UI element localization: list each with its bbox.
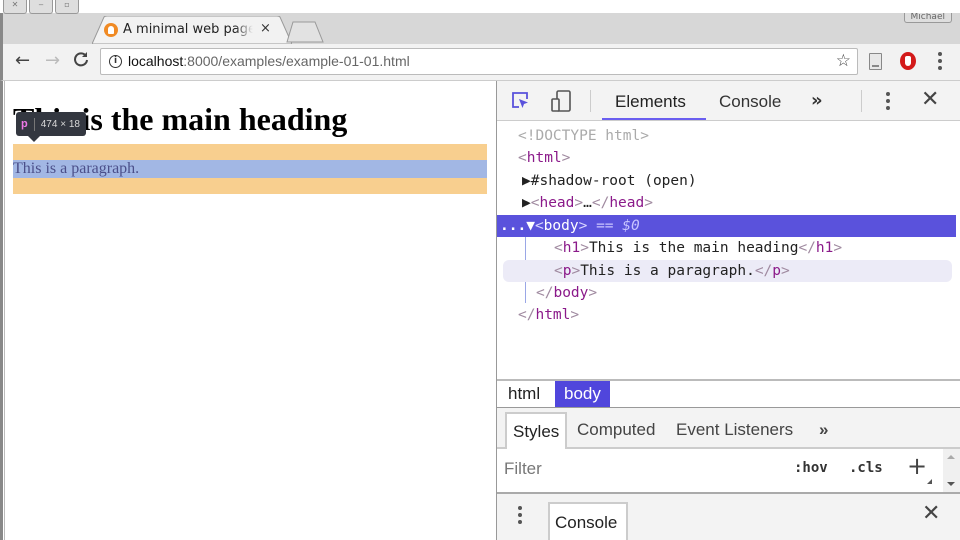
styles-pane-tabs: Styles Computed Event Listeners » — [497, 407, 960, 450]
more-style-tabs-icon[interactable]: » — [813, 412, 834, 450]
active-tab-indicator — [602, 118, 706, 120]
h1-close-tag: h1 — [815, 240, 834, 256]
devtools-panel: Elements Console » ✕ <!DOCTYPE html> <ht… — [496, 81, 960, 540]
dom-node-h1[interactable]: <h1>This is the main heading</h1> — [497, 237, 956, 259]
reload-icon[interactable] — [73, 51, 89, 72]
toolbar-divider — [861, 90, 862, 112]
toolbar-divider — [590, 90, 591, 112]
dom-tree: <!DOCTYPE html> <html> ▶#shadow-root (op… — [497, 122, 960, 379]
url-path: :8000/examples/example-01-01.html — [183, 53, 410, 69]
shadow-root-text: #shadow-root (open) — [530, 173, 697, 189]
devtools-toolbar: Elements Console » ✕ — [497, 81, 960, 121]
devtools-menu-icon[interactable] — [886, 92, 890, 110]
console-drawer: Console ✕ — [497, 492, 960, 540]
cls-toggle[interactable]: .cls — [849, 460, 883, 476]
inspect-element-icon[interactable] — [511, 91, 529, 109]
dom-node-body-selected[interactable]: ...▼<body> == $0 — [497, 215, 956, 237]
html-close-tag: html — [535, 307, 571, 323]
h1-tag: h1 — [562, 240, 581, 256]
tab-console[interactable]: Console — [719, 92, 781, 112]
title-bar: ✕ ‒ ▫ Michael A minimal web page × — [0, 0, 960, 44]
body-close-tag: body — [553, 285, 589, 301]
browser-tab-active[interactable]: A minimal web page × — [92, 16, 292, 44]
breadcrumb-body[interactable]: body — [555, 381, 610, 407]
url-text[interactable]: localhost:8000/examples/example-01-01.ht… — [128, 53, 410, 69]
styles-filter-bar: Filter :hov .cls + — [497, 449, 960, 489]
tab-computed[interactable]: Computed — [571, 412, 661, 450]
devtools-close-icon[interactable]: ✕ — [921, 87, 939, 112]
adblock-extension-icon[interactable] — [900, 52, 916, 70]
head-close-tag: head — [609, 195, 645, 211]
tab-event-listeners[interactable]: Event Listeners — [670, 412, 799, 450]
hov-toggle[interactable]: :hov — [794, 460, 828, 476]
body-tag: body — [543, 218, 579, 234]
drawer-tab-console[interactable]: Console — [548, 502, 628, 540]
collapse-arrow-icon[interactable]: ▼ — [526, 218, 535, 234]
add-rule-menu-corner — [927, 479, 932, 484]
browser-menu-icon[interactable] — [937, 52, 943, 70]
scroll-down-arrow-icon[interactable] — [947, 482, 955, 486]
h1-text: This is the main heading — [588, 240, 799, 256]
filter-input[interactable]: Filter — [504, 459, 542, 479]
document-extension-icon[interactable] — [869, 53, 882, 70]
p-close-tag: p — [772, 263, 782, 279]
breadcrumb: html body — [497, 379, 960, 407]
dom-node-head[interactable]: ▶<head>…</head> — [497, 192, 956, 214]
tab-close-icon[interactable]: × — [260, 21, 271, 36]
inspect-tooltip: p 474 × 18 — [16, 112, 86, 142]
tab-title: A minimal web page — [123, 22, 253, 37]
styles-scrollbar[interactable] — [943, 449, 960, 492]
doctype-text: <!DOCTYPE html> — [518, 128, 649, 144]
dom-node-p-hovered[interactable]: <p>This is a paragraph.</p> — [503, 260, 952, 282]
selected-node-ref: == $0 — [596, 218, 640, 234]
head-ellipsis: … — [583, 195, 592, 211]
url-host: localhost — [128, 53, 184, 69]
expand-arrow-icon[interactable]: ▶ — [522, 195, 531, 211]
head-tag: head — [539, 195, 575, 211]
tooltip-size: 474 × 18 — [40, 118, 80, 130]
browser-toolbar: ← → i localhost:8000/examples/example-01… — [0, 44, 960, 81]
bookmark-star-icon[interactable]: ☆ — [836, 51, 851, 71]
tooltip-tag: p — [21, 118, 28, 130]
forward-arrow-icon[interactable]: → — [45, 51, 60, 71]
drawer-close-icon[interactable]: ✕ — [922, 500, 940, 526]
window-controls: ✕ ‒ ▫ — [3, 0, 79, 14]
drawer-menu-icon[interactable] — [518, 506, 522, 524]
window-maximize-button[interactable]: ▫ — [55, 0, 79, 14]
dom-node-html-close[interactable]: </html> — [497, 304, 956, 326]
info-icon[interactable]: i — [109, 55, 122, 68]
page-viewport: This is the main heading This is a parag… — [0, 81, 496, 540]
address-bar[interactable]: i localhost:8000/examples/example-01-01.… — [100, 48, 858, 75]
profile-button[interactable]: Michael — [903, 13, 952, 23]
browser-window: ✕ ‒ ▫ Michael A minimal web page × ← → i… — [0, 0, 960, 540]
scroll-up-arrow-icon[interactable] — [947, 455, 955, 459]
tooltip-divider — [33, 117, 35, 131]
node-actions-ellipsis[interactable]: ... — [500, 218, 526, 234]
new-tab-button[interactable] — [286, 21, 324, 43]
tab-styles[interactable]: Styles — [505, 412, 568, 450]
flame-logo-icon — [104, 23, 118, 37]
expand-arrow-icon[interactable]: ▶ — [522, 173, 531, 189]
back-arrow-icon[interactable]: ← — [15, 51, 30, 71]
breadcrumb-html[interactable]: html — [499, 381, 549, 407]
dom-node-html[interactable]: <html> — [497, 147, 956, 169]
more-tabs-icon[interactable]: » — [811, 90, 823, 111]
html-tag: html — [526, 150, 562, 166]
tab-elements[interactable]: Elements — [615, 92, 686, 112]
add-style-rule-icon[interactable]: + — [907, 452, 927, 480]
dom-node-shadow-root[interactable]: ▶#shadow-root (open) — [497, 170, 956, 192]
p-text: This is a paragraph. — [580, 263, 755, 279]
page-paragraph: This is a paragraph. — [13, 160, 140, 177]
window-minimize-button[interactable]: ‒ — [29, 0, 53, 14]
dom-node-doctype[interactable]: <!DOCTYPE html> — [497, 125, 956, 147]
device-toolbar-icon[interactable] — [550, 90, 572, 112]
dom-node-body-close[interactable]: </body> — [497, 282, 956, 304]
window-close-button[interactable]: ✕ — [3, 0, 27, 14]
